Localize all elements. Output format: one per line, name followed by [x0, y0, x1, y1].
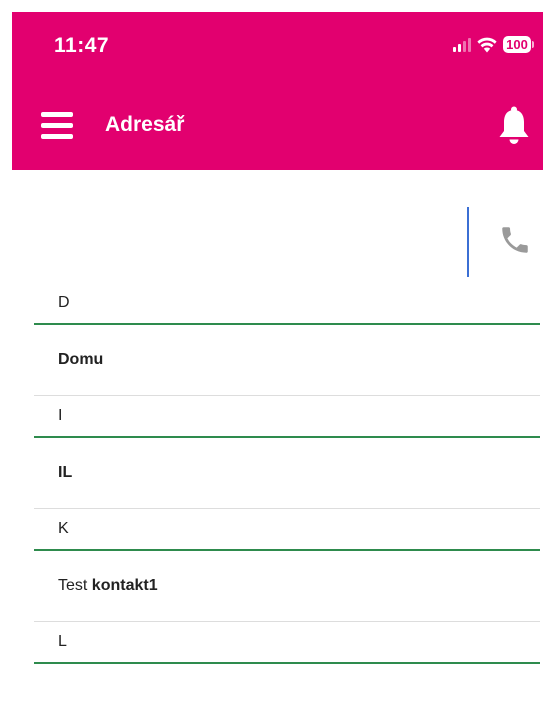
cellular-signal-icon: [453, 37, 471, 52]
contact-name: Test: [58, 577, 88, 594]
page-title: Adresář: [105, 113, 185, 136]
contact-item[interactable]: Test kontakt1: [34, 551, 540, 622]
contact-name-bold: Domu: [58, 351, 104, 368]
status-icons: 100: [453, 36, 534, 53]
section-letter: K: [58, 520, 69, 537]
bell-icon[interactable]: [497, 106, 531, 146]
section-header-d: D: [34, 283, 540, 325]
search-row: [0, 195, 555, 285]
text-caret: [467, 207, 469, 277]
section-header-l: L: [34, 622, 540, 664]
contact-name-bold: kontakt1: [91, 577, 158, 594]
section-letter: D: [58, 294, 70, 311]
hamburger-menu-icon[interactable]: [41, 112, 73, 140]
battery-icon: 100: [503, 36, 534, 53]
status-time: 11:47: [54, 34, 110, 57]
section-letter: L: [58, 633, 67, 650]
app-header: 11:47 100 Adresář: [12, 12, 543, 170]
section-header-k: K: [34, 509, 540, 551]
section-letter: I: [58, 407, 63, 424]
section-header-i: I: [34, 396, 540, 438]
contact-item[interactable]: IL: [34, 438, 540, 509]
address-book-screen: 11:47 100 Adresář D Domu I IL K Test kon…: [0, 0, 555, 705]
contact-list: D Domu I IL K Test kontakt1 L: [34, 283, 540, 664]
search-input[interactable]: [34, 210, 458, 262]
phone-icon[interactable]: [498, 223, 532, 257]
contact-name-bold: IL: [58, 464, 73, 481]
contact-item[interactable]: Domu: [34, 325, 540, 396]
wifi-icon: [477, 37, 497, 52]
